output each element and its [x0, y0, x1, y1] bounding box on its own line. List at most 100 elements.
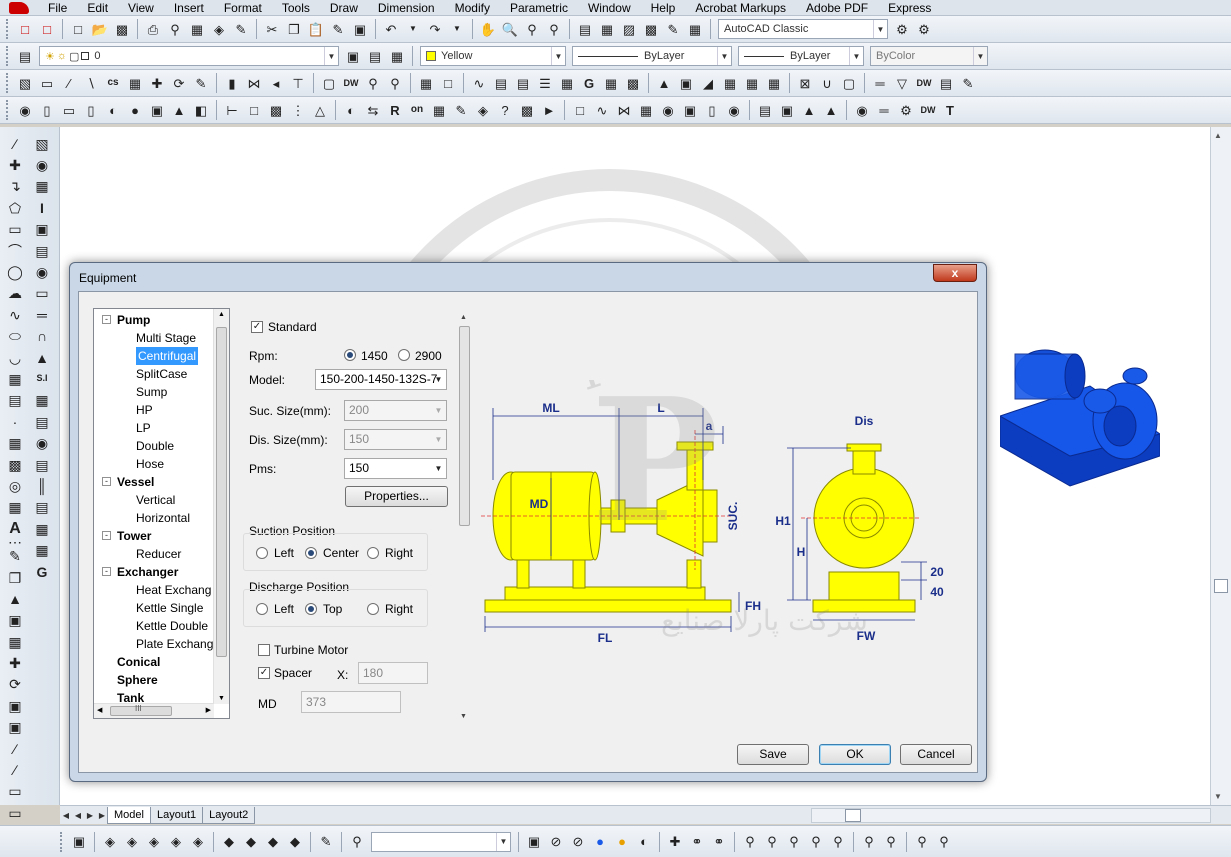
- table-draw-icon[interactable]: ▦: [4, 497, 26, 518]
- visual-styles-icon[interactable]: ▣: [524, 832, 544, 852]
- tree-item-sump[interactable]: Sump: [136, 383, 167, 401]
- layer-previous-icon[interactable]: ▤: [365, 46, 385, 66]
- wedge-3d-icon[interactable]: ◈: [122, 832, 142, 852]
- properties-icon[interactable]: ▤: [575, 19, 595, 39]
- discharge-top-radio[interactable]: [305, 603, 317, 615]
- equipment-tool-icon[interactable]: ▧: [31, 133, 53, 154]
- bellows-icon[interactable]: ▦: [636, 100, 656, 120]
- zoom-scale-icon[interactable]: ⚲: [828, 832, 848, 852]
- view-right-icon[interactable]: ◆: [285, 832, 305, 852]
- cancel-button[interactable]: Cancel: [900, 744, 972, 765]
- menu-item-file[interactable]: File: [38, 0, 77, 16]
- menu-item-draw[interactable]: Draw: [320, 0, 368, 16]
- view-front-icon[interactable]: ◆: [219, 832, 239, 852]
- extend-icon[interactable]: ∕: [4, 759, 26, 780]
- tree-expander-icon[interactable]: -: [102, 477, 111, 486]
- make-block-icon[interactable]: ▤: [4, 390, 26, 411]
- tree-item-conical[interactable]: Conical: [117, 653, 160, 671]
- instrument-icon[interactable]: ◐: [341, 100, 361, 120]
- tree-item-kettle-single[interactable]: Kettle Single: [136, 599, 203, 617]
- column-section-icon[interactable]: ▣: [31, 219, 53, 240]
- suc-size-dropdown[interactable]: 200 ▼: [344, 400, 447, 421]
- save-icon[interactable]: ▩: [112, 19, 132, 39]
- box-x-icon[interactable]: ⊠: [795, 73, 815, 93]
- cs-icon[interactable]: cs: [103, 73, 123, 93]
- join-icon[interactable]: ▭: [4, 802, 26, 823]
- cabinet-icon[interactable]: ▤: [31, 411, 53, 432]
- vessel-icon[interactable]: ▯: [37, 100, 57, 120]
- funnel-icon[interactable]: ▽: [892, 73, 912, 93]
- menu-item-dimension[interactable]: Dimension: [368, 0, 445, 16]
- offset-icon[interactable]: ▣: [4, 610, 26, 631]
- discharge-left-radio[interactable]: [256, 603, 268, 615]
- spacer-checkbox[interactable]: ✓: [258, 667, 270, 679]
- app-logo[interactable]: [0, 0, 38, 16]
- scroll-right-icon[interactable]: ▶: [206, 706, 211, 714]
- tree-item-kettle-double[interactable]: Kettle Double: [136, 617, 208, 635]
- tree-item-vertical[interactable]: Vertical: [136, 491, 175, 509]
- rotate-icon[interactable]: ⟳: [169, 73, 189, 93]
- tab-layout2[interactable]: Layout2: [202, 806, 256, 824]
- panel-icon[interactable]: ▩: [623, 73, 643, 93]
- scroll-down-icon[interactable]: ▼: [218, 695, 225, 702]
- conceptual-icon[interactable]: ●: [612, 832, 632, 852]
- tree-item-plate-exchang[interactable]: Plate Exchang: [136, 635, 213, 653]
- realistic-icon[interactable]: ●: [590, 832, 610, 852]
- sphere-icon[interactable]: ●: [125, 100, 145, 120]
- grid-pattern-icon[interactable]: ▦: [429, 100, 449, 120]
- scroll-down-icon[interactable]: ▼: [460, 713, 467, 720]
- copy-object-icon[interactable]: ❐: [4, 567, 26, 588]
- exchanger-icon[interactable]: ▭: [59, 100, 79, 120]
- spline-icon[interactable]: ∿: [4, 304, 26, 325]
- 3d-dwf-icon[interactable]: ◈: [209, 19, 229, 39]
- scan-icon[interactable]: ▦: [601, 73, 621, 93]
- text-icon[interactable]: T: [940, 100, 960, 120]
- view-back-icon[interactable]: ◆: [241, 832, 261, 852]
- valve-icon[interactable]: ⋈: [244, 73, 264, 93]
- scale-icon[interactable]: ▣: [4, 695, 26, 716]
- insert-block-icon[interactable]: ▦: [4, 368, 26, 389]
- r-icon[interactable]: R: [385, 100, 405, 120]
- tree-item-splitcase[interactable]: SplitCase: [136, 365, 187, 383]
- plotstyle-select[interactable]: ByColor ▼: [870, 46, 988, 66]
- zoom-extents-icon[interactable]: ⚲: [385, 73, 405, 93]
- design-center-icon[interactable]: ▦: [597, 19, 617, 39]
- layer-states-icon[interactable]: ▦: [387, 46, 407, 66]
- zoom-window-b-icon[interactable]: ⚲: [784, 832, 804, 852]
- move-cross-icon[interactable]: ✚: [147, 73, 167, 93]
- list-icon[interactable]: ☰: [535, 73, 555, 93]
- zoom-extents-b-icon[interactable]: ⚲: [934, 832, 954, 852]
- tree-vertical-scrollbar[interactable]: ▲ ▼: [213, 309, 229, 704]
- pump-3d-model[interactable]: [1000, 346, 1160, 496]
- pan-icon[interactable]: ✋: [478, 19, 498, 39]
- hatch-draw-icon[interactable]: ▦: [4, 432, 26, 453]
- tree-hscroll-thumb[interactable]: III: [110, 704, 172, 716]
- box-3d-icon[interactable]: ◈: [100, 832, 120, 852]
- tab-layout1[interactable]: Layout1: [149, 806, 204, 824]
- g-icon[interactable]: G: [579, 73, 599, 93]
- toolbar-grip[interactable]: [6, 19, 10, 39]
- toolbar-grip[interactable]: [6, 100, 10, 120]
- dw2-icon[interactable]: DW: [914, 73, 934, 93]
- toolbar-grip[interactable]: [60, 831, 64, 852]
- shoe-icon[interactable]: □: [244, 100, 264, 120]
- wireframe-2d-icon[interactable]: ⊘: [546, 832, 566, 852]
- hose-icon[interactable]: ◉: [31, 432, 53, 453]
- menu-item-format[interactable]: Format: [214, 0, 272, 16]
- scroll-up-icon[interactable]: ▲: [1214, 131, 1222, 140]
- view-left-icon[interactable]: ◆: [263, 832, 283, 852]
- equipment-tree[interactable]: - Pump Multi Stage Centrifugal SplitCase Sump…: [93, 308, 230, 719]
- table-grid-icon[interactable]: ▦: [742, 73, 762, 93]
- tree-horizontal-scrollbar[interactable]: ◀ III ▶: [94, 703, 214, 718]
- circle-icon[interactable]: ◯: [4, 261, 26, 282]
- dotted-grid-icon[interactable]: ▦: [31, 176, 53, 197]
- dis-size-dropdown[interactable]: 150 ▼: [344, 429, 447, 450]
- block-editor-icon[interactable]: ▣: [350, 19, 370, 39]
- gasholder-icon[interactable]: ◐: [103, 100, 123, 120]
- tree-expander-icon[interactable]: -: [102, 531, 111, 540]
- rails-icon[interactable]: ║: [31, 475, 53, 496]
- edit-pen-icon[interactable]: ✎: [191, 73, 211, 93]
- double-line-icon[interactable]: ═: [870, 73, 890, 93]
- print-preview-icon[interactable]: ⚲: [165, 19, 185, 39]
- new-view-icon[interactable]: ✎: [316, 832, 336, 852]
